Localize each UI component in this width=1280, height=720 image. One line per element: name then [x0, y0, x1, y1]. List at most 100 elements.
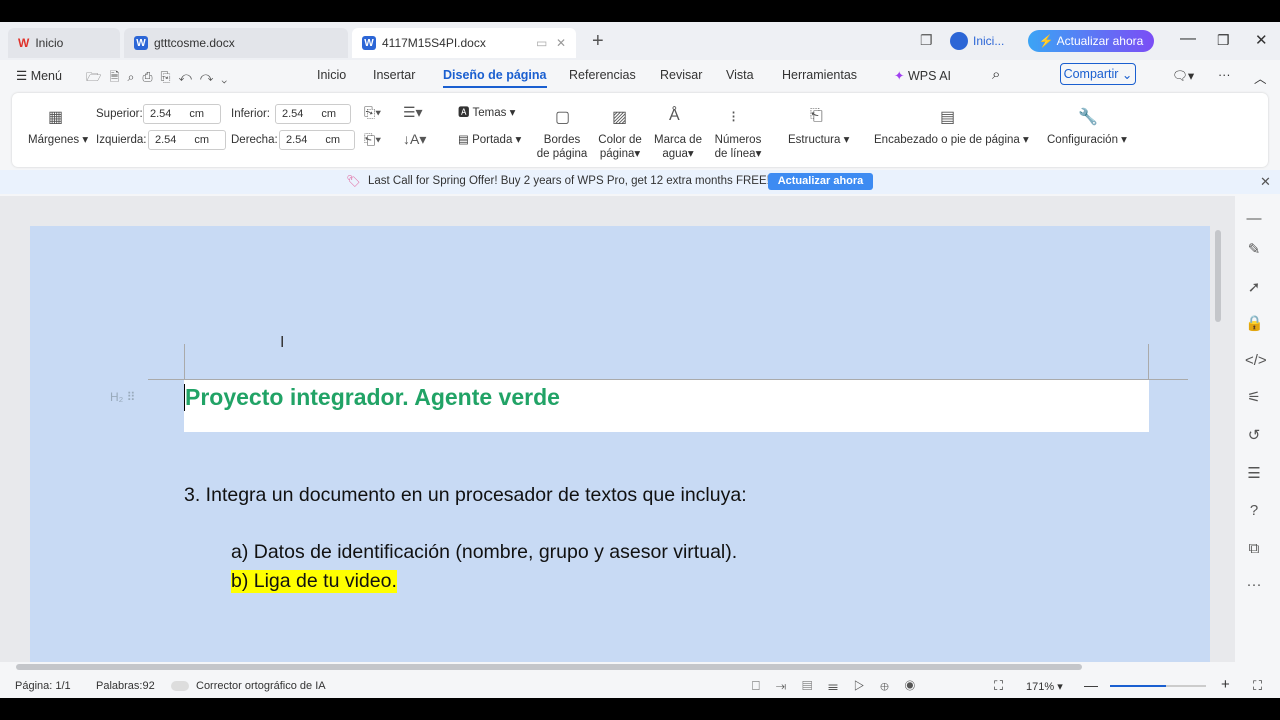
zoom-in-icon[interactable]: + — [1221, 676, 1230, 693]
heading-block[interactable]: Proyecto integrador. Agente verde — [184, 380, 1149, 432]
search-icon[interactable]: ⌕ — [992, 66, 1000, 83]
new-tab-icon[interactable]: + — [592, 30, 604, 53]
vertical-scrollbar[interactable] — [1215, 230, 1221, 322]
copy-icon[interactable]: ⧉ — [1245, 540, 1263, 557]
unit: cm — [189, 108, 205, 120]
right-sidebar: — ✎ ➚ 🔒 </> ⚟ ↺ ☰ ? ⧉ ··· — [1235, 196, 1280, 662]
line-numbers-button[interactable]: Números de línea▾ — [710, 133, 766, 161]
spellcheck-toggle[interactable] — [171, 681, 189, 691]
close-tab-icon[interactable]: ✕ — [556, 36, 566, 50]
list-item[interactable]: a) Datos de identificación (nombre, grup… — [231, 541, 737, 564]
promo-text: Last Call for Spring Offer! Buy 2 years … — [368, 175, 770, 187]
zoom-out-icon[interactable]: — — [1084, 677, 1098, 693]
structure-button[interactable]: Estructura ▾ — [788, 133, 849, 147]
menu-insertar[interactable]: Insertar — [373, 68, 415, 82]
account-label[interactable]: Inici... — [973, 34, 1004, 48]
settings-button[interactable]: Configuración ▾ — [1047, 133, 1127, 147]
menu-herramientas[interactable]: Herramientas — [782, 68, 857, 82]
tab-home[interactable]: W Inicio — [8, 28, 120, 58]
heading[interactable]: Proyecto integrador. Agente verde — [184, 384, 560, 411]
fit-icon[interactable]: ⛶ — [994, 678, 1003, 694]
view-mode-icons[interactable]: ⎕⇥▤☰▷⊕◉ — [752, 678, 931, 694]
help-icon[interactable]: ? — [1245, 502, 1263, 519]
text-direction-icon[interactable]: ↓A▾ — [403, 131, 426, 148]
collapse-ribbon-icon[interactable]: ︿ — [1254, 68, 1267, 87]
lock-icon[interactable]: 🔒 — [1245, 314, 1264, 332]
themes-button[interactable]: 🅰 Temas ▾ — [458, 106, 515, 120]
pointer-icon[interactable]: ➚ — [1245, 278, 1263, 296]
orientation-icon[interactable]: ⎘▾ — [364, 104, 381, 121]
close-window-icon[interactable]: ✕ — [1255, 31, 1268, 49]
columns-icon[interactable]: ☰▾ — [403, 104, 423, 121]
more-icon[interactable]: ··· — [1218, 68, 1231, 82]
zoom-slider[interactable] — [1110, 685, 1206, 687]
wps-ai-button[interactable]: ✦ WPS AI — [894, 68, 951, 83]
document-area[interactable]: H₂ ⠿ Proyecto integrador. Agente verde 3… — [0, 196, 1235, 670]
heading-handle-icon[interactable]: H₂ ⠿ — [110, 390, 135, 404]
menu-revisar[interactable]: Revisar — [660, 68, 702, 82]
right-margin-input[interactable]: 2.54 cm — [279, 130, 355, 150]
close-promo-icon[interactable]: ✕ — [1260, 174, 1271, 190]
more-icon[interactable]: ··· — [1245, 576, 1263, 593]
page-count[interactable]: Página: 1/1 — [15, 680, 71, 692]
menu-button[interactable]: ☰ Menú — [16, 68, 62, 83]
minus-icon[interactable]: — — [1245, 210, 1263, 227]
text-cursor-icon: I — [280, 334, 285, 351]
minimize-icon[interactable]: — — [1180, 30, 1196, 48]
restore-icon[interactable]: ❐ — [1217, 32, 1230, 49]
pen-icon[interactable]: ✎ — [1245, 240, 1263, 258]
margin-guide — [1148, 344, 1149, 380]
l2: página — [599, 148, 635, 160]
upgrade-button[interactable]: ⚡ Actualizar ahora — [1028, 30, 1154, 52]
list-item-highlighted[interactable]: b) Liga de tu video. — [231, 570, 397, 593]
menu-vista[interactable]: Vista — [726, 68, 754, 82]
share-button[interactable]: Compartir ⌄ — [1060, 63, 1136, 85]
menu-diseno-de-pagina[interactable]: Diseño de página — [443, 68, 547, 88]
tab-doc-2[interactable]: W 4117M15S4PI.docx ▭ ✕ — [352, 28, 576, 58]
page[interactable]: H₂ ⠿ Proyecto integrador. Agente verde 3… — [30, 226, 1210, 662]
code-icon[interactable]: </> — [1245, 352, 1267, 369]
menu-referencias[interactable]: Referencias — [569, 68, 636, 82]
header-footer-button[interactable]: Encabezado o pie de página ▾ — [874, 133, 1029, 147]
value: 2.54 — [286, 134, 308, 146]
left-margin-input[interactable]: 2.54 cm — [148, 130, 226, 150]
wps-logo-icon: W — [18, 36, 30, 50]
horizontal-scrollbar[interactable] — [16, 664, 1082, 670]
avatar[interactable] — [950, 32, 968, 50]
page-color-button[interactable]: Color de página▾ — [594, 133, 646, 161]
unit: cm — [194, 134, 210, 146]
l1: Números — [714, 134, 762, 146]
l1: Marca de — [654, 134, 702, 146]
header-footer-icon: ▤ — [940, 109, 956, 126]
value: 2.54 — [282, 108, 304, 120]
zoom-select[interactable]: 171% ▾ — [1026, 680, 1063, 693]
margins-button[interactable]: Márgenes ▾ — [28, 133, 88, 147]
cover-button[interactable]: ▤ Portada ▾ — [458, 133, 521, 147]
window-icon[interactable]: ▭ — [536, 36, 547, 50]
unit: cm — [321, 108, 337, 120]
history-icon[interactable]: ↺ — [1245, 426, 1263, 444]
tab-doc-1[interactable]: Wgtttcosme.docx — [124, 28, 348, 58]
page-color-icon: ▨ — [612, 109, 628, 126]
bottom-margin-input[interactable]: 2.54 cm — [275, 104, 351, 124]
window-mode-icon[interactable]: ❐ — [920, 32, 933, 49]
promo-upgrade-button[interactable]: Actualizar ahora — [768, 173, 873, 190]
spellcheck-label: Corrector ortográfico de IA — [196, 680, 326, 692]
sliders-icon[interactable]: ⚟ — [1245, 388, 1263, 406]
list-icon[interactable]: ☰ — [1245, 464, 1263, 482]
margin-guide — [184, 344, 185, 380]
settings-label: Configuración — [1047, 134, 1118, 146]
paragraph[interactable]: 3. Integra un documento en un procesador… — [184, 484, 747, 507]
top-margin-input[interactable]: 2.54 cm — [143, 104, 221, 124]
comment-icon[interactable]: 🗨▾ — [1172, 68, 1194, 84]
menu-inicio[interactable]: Inicio — [317, 68, 346, 82]
fullscreen-icon[interactable]: ⛶ — [1253, 678, 1262, 694]
settings-icon: 🔧 — [1078, 109, 1098, 126]
size-icon[interactable]: ⎗▾ — [364, 131, 381, 148]
quick-access-icons[interactable]: 🗁🗎⌕⎙⎘↶↷⌄ — [86, 68, 235, 89]
tag-icon: 🏷 — [346, 176, 361, 188]
watermark-button[interactable]: Marca de agua▾ — [650, 133, 706, 161]
l2: agua — [662, 148, 688, 160]
page-borders-button[interactable]: Bordes de página — [536, 133, 588, 161]
word-count[interactable]: Palabras:92 — [96, 680, 155, 692]
